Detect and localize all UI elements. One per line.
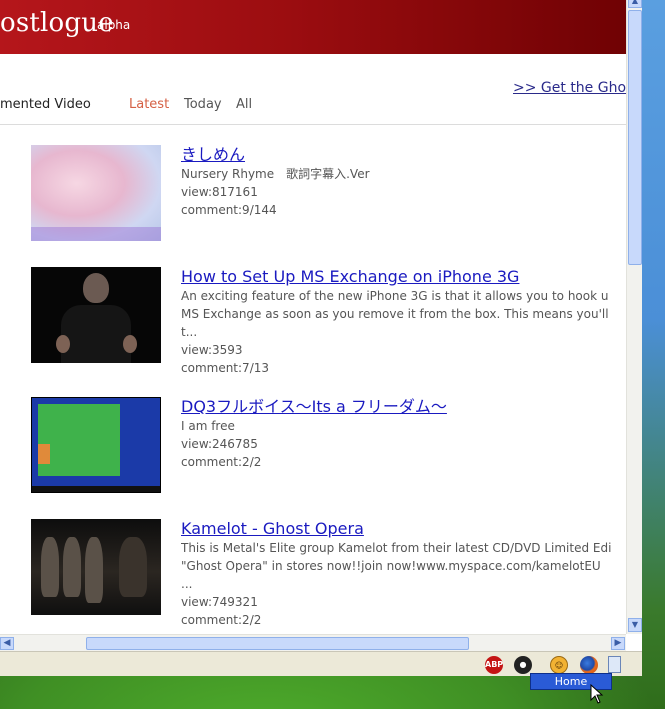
video-desc-line: This is Metal's Elite group Kamelot from… bbox=[181, 541, 612, 555]
video-desc-line: An exciting feature of the new iPhone 3G… bbox=[181, 289, 609, 303]
tab-latest[interactable]: Latest bbox=[129, 97, 169, 112]
video-desc-line: ... bbox=[181, 577, 193, 591]
scroll-right-arrow-icon[interactable]: ▶ bbox=[611, 637, 625, 650]
vertical-scroll-thumb[interactable] bbox=[628, 10, 642, 265]
adblock-icon[interactable]: ABP bbox=[485, 656, 503, 674]
tab-today[interactable]: Today bbox=[184, 97, 222, 112]
anime-icon[interactable] bbox=[31, 145, 161, 241]
video-desc-line: MS Exchange as soon as you remove it fro… bbox=[181, 307, 609, 321]
scroll-left-arrow-icon[interactable]: ◀ bbox=[0, 637, 14, 650]
vertical-scrollbar[interactable]: ▲ ▼ bbox=[626, 0, 642, 634]
page-icon[interactable] bbox=[608, 656, 621, 673]
person-icon[interactable] bbox=[31, 267, 161, 363]
video-desc: Nursery Rhyme 歌詞字幕入.Ver bbox=[181, 167, 370, 181]
video-comments: comment:9/144 bbox=[181, 203, 277, 217]
band-icon[interactable] bbox=[31, 519, 161, 615]
smiley-icon[interactable]: ☺ bbox=[550, 656, 568, 674]
game-map-icon[interactable] bbox=[31, 397, 161, 493]
mouse-cursor-icon bbox=[590, 684, 604, 704]
tab-all[interactable]: All bbox=[236, 97, 252, 112]
video-desc-line: t... bbox=[181, 325, 198, 339]
horizontal-scroll-thumb[interactable] bbox=[86, 637, 469, 650]
video-comments: comment:2/2 bbox=[181, 613, 262, 627]
site-header: ostlogue alpha bbox=[0, 0, 642, 54]
video-comments: comment:7/13 bbox=[181, 361, 270, 375]
video-title-link[interactable]: How to Set Up MS Exchange on iPhone 3G bbox=[181, 267, 642, 287]
ghost-icon[interactable]: ● bbox=[514, 656, 532, 674]
video-views: view:3593 bbox=[181, 343, 243, 357]
video-comments: comment:2/2 bbox=[181, 455, 262, 469]
alpha-badge: alpha bbox=[97, 18, 131, 32]
video-views: view:817161 bbox=[181, 185, 258, 199]
video-desc: I am free bbox=[181, 419, 235, 433]
video-title-link[interactable]: DQ3フルボイス～Its a フリーダム～ bbox=[181, 397, 642, 417]
video-title-link[interactable]: きしめん bbox=[181, 145, 642, 165]
section-title: mented Video bbox=[0, 97, 91, 112]
firefox-icon[interactable] bbox=[580, 656, 598, 674]
scroll-down-arrow-icon[interactable]: ▼ bbox=[628, 618, 642, 632]
scroll-up-arrow-icon[interactable]: ▲ bbox=[628, 0, 642, 8]
horizontal-scrollbar[interactable]: ◀ ▶ bbox=[0, 634, 626, 652]
video-title-link[interactable]: Kamelot - Ghost Opera bbox=[181, 519, 642, 539]
browser-window: ostlogue alpha >> Get the Gho mented Vid… bbox=[0, 0, 642, 676]
video-views: view:246785 bbox=[181, 437, 258, 451]
video-desc-line: "Ghost Opera" in stores now!!join now!ww… bbox=[181, 559, 601, 573]
video-views: view:749321 bbox=[181, 595, 258, 609]
nav-row: mented Video Latest Today All bbox=[0, 80, 642, 125]
